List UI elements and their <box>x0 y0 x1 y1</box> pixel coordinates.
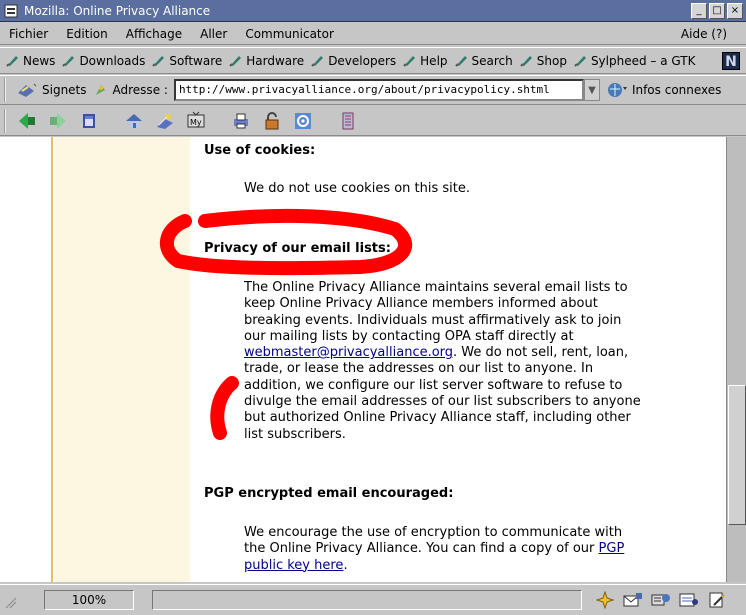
bookmark-hardware[interactable]: Hardware <box>229 54 304 68</box>
navigation-toolbar: Signets Adresse : http://www.privacyalli… <box>0 75 746 105</box>
page-content[interactable]: Use of cookies: We do not use cookies on… <box>0 137 726 582</box>
minimize-button[interactable]: _ <box>691 3 707 19</box>
bookmark-software[interactable]: Software <box>152 54 222 68</box>
status-grip-icon <box>5 597 17 609</box>
composer-component-button[interactable] <box>706 590 728 610</box>
search-icon <box>157 113 173 129</box>
vertical-scrollbar[interactable] <box>726 137 746 582</box>
mail-button[interactable] <box>292 110 314 132</box>
bookmark-icon <box>520 56 532 67</box>
bookmark-icon <box>229 56 242 67</box>
location-icon <box>95 85 105 95</box>
navigator-component-button[interactable] <box>594 590 616 610</box>
related-icon <box>607 83 627 97</box>
lock-icon <box>265 111 279 129</box>
menu-bar: Fichier Edition Affichage Aller Communic… <box>0 23 746 45</box>
menu-help[interactable]: Aide (?) <box>672 27 736 41</box>
bookmark-icon <box>62 56 75 67</box>
address-label-group: Adresse : <box>93 82 168 98</box>
security-button[interactable] <box>261 110 283 132</box>
menu-communicator[interactable]: Communicator <box>236 27 343 41</box>
bookmark-icon <box>403 56 416 67</box>
back-button[interactable] <box>16 110 38 132</box>
print-icon <box>234 113 248 128</box>
stop-button[interactable] <box>337 110 359 132</box>
bookmark-help[interactable]: Help <box>403 54 448 68</box>
stop-icon <box>342 112 354 129</box>
home-icon <box>126 113 142 128</box>
zoom-level: 100% <box>44 590 134 610</box>
scrollbar-thumb[interactable] <box>728 385 746 525</box>
bookmark-icon <box>6 56 18 67</box>
compass-icon <box>596 591 614 609</box>
menu-edition[interactable]: Edition <box>57 27 117 41</box>
reload-button[interactable] <box>78 110 100 132</box>
main-toolbar: My <box>0 106 746 136</box>
status-bar: 100% <box>0 584 746 615</box>
url-dropdown[interactable]: ▼ <box>583 79 600 101</box>
search-button[interactable] <box>154 110 176 132</box>
bookmark-search[interactable]: Search <box>454 54 513 68</box>
composer-icon <box>709 592 725 608</box>
netscape-logo[interactable]: N <box>722 52 740 70</box>
bookmark-icon <box>574 56 586 67</box>
maximize-button[interactable]: □ <box>709 3 725 19</box>
addressbook-component-button[interactable] <box>678 590 700 610</box>
print-button[interactable] <box>230 110 252 132</box>
bookmarks-button[interactable]: Signets <box>16 81 87 99</box>
bookmarks-icon <box>18 83 37 97</box>
reload-icon <box>83 113 95 128</box>
menu-affichage[interactable]: Affichage <box>117 27 191 41</box>
forward-button[interactable] <box>47 110 69 132</box>
back-arrow-icon <box>19 112 35 129</box>
url-input[interactable]: http://www.privacyalliance.org/about/pri… <box>173 79 584 101</box>
mail-icon <box>623 593 642 607</box>
address-book-icon <box>679 593 698 607</box>
my-netscape-icon: My <box>187 111 205 127</box>
bookmark-icon <box>454 56 467 67</box>
svg-text:My: My <box>190 118 202 127</box>
bookmark-icon <box>152 56 165 67</box>
menu-fichier[interactable]: Fichier <box>0 27 57 41</box>
my-netscape-button[interactable]: My <box>185 110 207 132</box>
personal-toolbar: News Downloads Software Hardware Develop… <box>0 47 746 74</box>
window-titlebar[interactable]: Mozilla: Online Privacy Alliance _ □ × <box>0 0 746 22</box>
red-marker-annotations <box>160 208 412 440</box>
home-button[interactable] <box>123 110 145 132</box>
forward-arrow-icon <box>50 112 66 129</box>
bookmark-news[interactable]: News <box>6 54 55 68</box>
bookmark-downloads[interactable]: Downloads <box>62 54 145 68</box>
related-links-button[interactable]: Infos connexes <box>606 81 721 99</box>
news-component-button[interactable] <box>650 590 672 610</box>
close-button[interactable]: × <box>727 3 743 19</box>
email-icon <box>295 112 311 129</box>
bookmark-sylpheed[interactable]: Sylpheed – a GTK <box>574 54 695 68</box>
toolbar-grip[interactable] <box>4 108 10 133</box>
bookmark-developers[interactable]: Developers <box>311 54 396 68</box>
newsgroup-icon <box>651 594 670 606</box>
bookmark-icon <box>311 56 324 67</box>
status-message-field <box>152 590 582 610</box>
mozilla-icon <box>4 4 18 18</box>
window-title: Mozilla: Online Privacy Alliance <box>24 3 211 18</box>
mail-component-button[interactable] <box>622 590 644 610</box>
menu-aller[interactable]: Aller <box>191 27 236 41</box>
toolbar-grip[interactable] <box>4 78 10 102</box>
bookmark-shop[interactable]: Shop <box>520 54 567 68</box>
